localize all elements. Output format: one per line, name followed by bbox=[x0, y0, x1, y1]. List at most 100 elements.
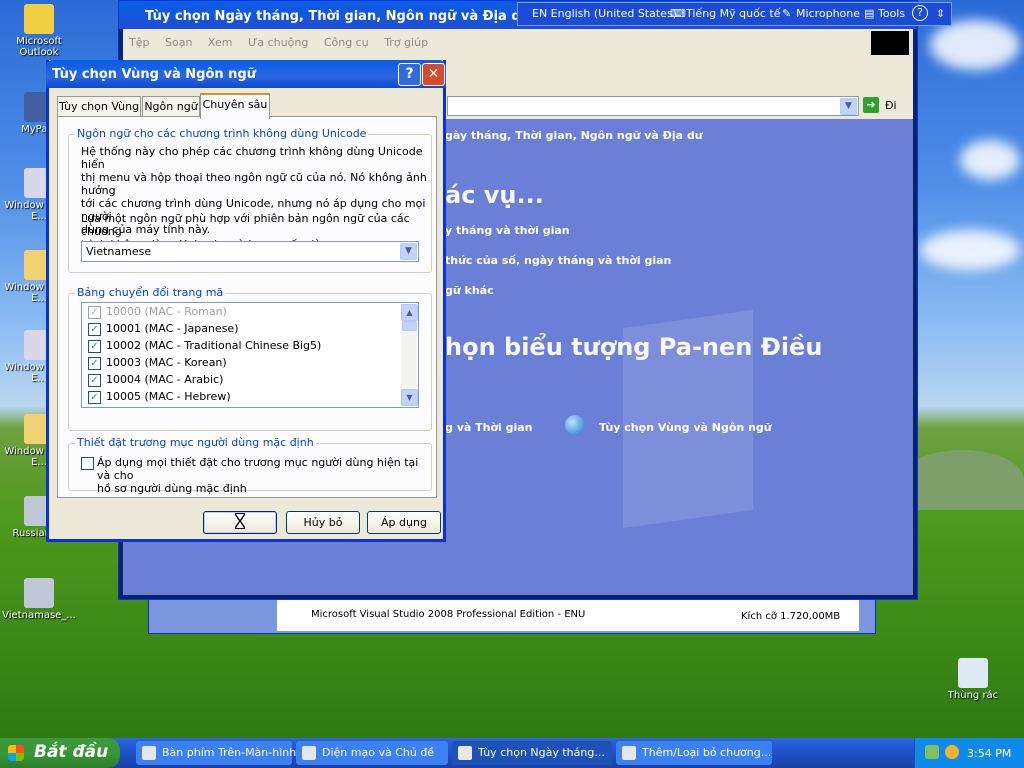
apply-button[interactable]: Áp dụng bbox=[367, 511, 441, 534]
outlook-icon bbox=[24, 4, 54, 34]
menu-view[interactable]: Xem bbox=[208, 36, 233, 49]
add-remove-window[interactable]: Microsoft Visual Studio 2008 Professiona… bbox=[148, 598, 876, 634]
installer-icon bbox=[24, 578, 54, 608]
label-line: hồ sơ người dùng mặc định bbox=[97, 482, 247, 495]
scroll-up-icon[interactable]: ▲ bbox=[401, 304, 418, 321]
menu-favorites[interactable]: Ưa chuộng bbox=[248, 36, 308, 49]
selected-language: Vietnamese bbox=[86, 245, 152, 258]
desktop-icon-recycle-bin[interactable]: Thùng rác bbox=[936, 658, 1010, 701]
desktop-icon-outlook[interactable]: Microsoft Outlook bbox=[2, 4, 76, 58]
codepage-group-title: Bảng chuyển đổi trang mã bbox=[75, 286, 226, 299]
advanced-tab-panel: Ngôn ngữ cho các chương trình không dùng… bbox=[57, 116, 437, 498]
menu-help[interactable]: Trợ giúp bbox=[384, 36, 428, 49]
task-link-1[interactable]: y tháng và thời gian bbox=[445, 224, 570, 237]
checkbox[interactable]: ✓ bbox=[88, 391, 101, 404]
task-appearance-themes[interactable]: Diện mạo và Chủ đề bbox=[296, 741, 448, 765]
go-arrow-icon[interactable]: ➜ bbox=[863, 97, 879, 113]
unicode-group: Ngôn ngữ cho các chương trình không dùng… bbox=[68, 127, 432, 273]
globe-icon bbox=[565, 415, 585, 435]
category-header: gày tháng, Thời gian, Ngôn ngữ và Địa dư bbox=[445, 129, 703, 142]
tab-advanced[interactable]: Chuyên sâu bbox=[200, 93, 270, 119]
description-line: Hệ thống này cho phép các chương trình k… bbox=[81, 145, 423, 171]
taskbar: Bắt đầu Bàn phím Trên-Màn-hình Diện mạo … bbox=[0, 738, 1024, 768]
cloud bbox=[930, 20, 1020, 70]
prompt-line: Lựa một ngôn ngữ phù hợp với phiên bản n… bbox=[81, 212, 410, 238]
tools-button[interactable]: Tools bbox=[878, 7, 905, 20]
apply-all-users-label[interactable]: Áp dụng mọi thiết đặt cho trương mục ngư… bbox=[97, 456, 431, 495]
scroll-down-icon[interactable]: ▼ bbox=[401, 389, 418, 406]
checkbox[interactable]: ✓ bbox=[88, 374, 101, 387]
chevron-down-icon[interactable]: ▼ bbox=[400, 243, 417, 260]
address-input[interactable]: ▼ bbox=[447, 96, 859, 116]
checkbox[interactable]: ✓ bbox=[88, 340, 101, 353]
list-scrollbar[interactable]: ▲ ▼ bbox=[401, 304, 418, 406]
options-icon[interactable]: ⇕ bbox=[936, 7, 945, 20]
checkbox[interactable]: ✓ bbox=[88, 323, 101, 336]
window-icon bbox=[458, 746, 472, 760]
program-size: Kích cỡ 1.720,00MB bbox=[741, 611, 841, 622]
chevron-down-icon[interactable]: ▼ bbox=[840, 98, 857, 115]
non-unicode-language-select[interactable]: Vietnamese ▼ bbox=[81, 241, 419, 262]
input-language[interactable]: EN English (United States) bbox=[532, 7, 677, 20]
search-icon[interactable] bbox=[945, 745, 959, 759]
menu-bar: Tệp Soạn Xem Ưa chuộng Công cụ Trợ giúp bbox=[123, 29, 913, 57]
description-line: thị menu và hộp thoại theo ngôn ngữ cũ c… bbox=[81, 171, 427, 197]
task-link-3[interactable]: gữ khác bbox=[445, 284, 494, 297]
program-list: Microsoft Visual Studio 2008 Professiona… bbox=[277, 599, 859, 631]
desktop-icon-vietnamase[interactable]: Vietnamase_... bbox=[2, 578, 76, 621]
scroll-thumb[interactable] bbox=[402, 321, 417, 331]
task-link-2[interactable]: thức của số, ngày tháng và thời gian bbox=[445, 254, 671, 267]
task-heading: ác vụ... bbox=[445, 181, 544, 209]
task-add-remove-programs[interactable]: Thêm/Loại bỏ chương... bbox=[616, 741, 772, 765]
checkbox[interactable]: ✓ bbox=[88, 357, 101, 370]
tab-languages[interactable]: Ngôn ngữ bbox=[142, 96, 200, 117]
clock[interactable]: 3:54 PM bbox=[967, 747, 1011, 760]
microphone-button[interactable]: Microphone bbox=[796, 7, 860, 20]
codepage-group: Bảng chuyển đổi trang mã ✓ 10000 (MAC - … bbox=[68, 286, 432, 431]
window-icon bbox=[302, 746, 316, 760]
default-user-group: Thiết đặt trương mục người dùng mặc định… bbox=[68, 436, 432, 495]
dialog-titlebar[interactable]: Tùy chọn Vùng và Ngôn ngữ ? ✕ bbox=[46, 60, 446, 88]
cloud bbox=[960, 140, 1020, 180]
cp-icon-regional-options[interactable]: Tùy chọn Vùng và Ngôn ngữ bbox=[599, 421, 772, 434]
close-button[interactable]: ✕ bbox=[422, 63, 445, 86]
network-icon[interactable] bbox=[925, 745, 939, 759]
control-panel-title: Tùy chọn Ngày tháng, Thời gian, Ngôn ngữ… bbox=[145, 9, 530, 24]
regional-options-dialog[interactable]: Tùy chọn Vùng và Ngôn ngữ ? ✕ Tùy chọn V… bbox=[46, 60, 446, 542]
keyboard-icon bbox=[142, 746, 156, 760]
default-user-group-title: Thiết đặt trương mục người dùng mặc định bbox=[75, 436, 316, 449]
cp-icon-date-time[interactable]: g và Thời gian bbox=[445, 421, 533, 434]
start-label: Bắt đầu bbox=[34, 742, 109, 762]
keyboard-icon: ⌨ bbox=[670, 7, 686, 20]
program-row[interactable]: Microsoft Visual Studio 2008 Professiona… bbox=[311, 609, 585, 620]
label-line: Áp dụng mọi thiết đặt cho trương mục ngư… bbox=[97, 456, 419, 482]
windows-logo-icon bbox=[871, 31, 909, 55]
codepage-list[interactable]: ✓ 10000 (MAC - Roman) ✓ 10001 (MAC - Jap… bbox=[81, 302, 419, 408]
task-onscreen-keyboard[interactable]: Bàn phím Trên-Màn-hình bbox=[136, 741, 296, 765]
menu-file[interactable]: Tệp bbox=[129, 36, 149, 49]
hill bbox=[900, 450, 1024, 510]
unicode-group-title: Ngôn ngữ cho các chương trình không dùng… bbox=[75, 127, 369, 140]
window-icon bbox=[622, 746, 636, 760]
go-button[interactable]: Đi bbox=[885, 99, 897, 112]
watermark-graphic bbox=[623, 309, 753, 529]
keyboard-layout[interactable]: Tiếng Mỹ quốc tế bbox=[686, 7, 780, 20]
checkbox[interactable]: ✓ bbox=[88, 306, 101, 319]
microphone-icon: ✎ bbox=[782, 7, 792, 20]
task-date-time-options[interactable]: Tùy chọn Ngày tháng... bbox=[452, 741, 612, 765]
start-button[interactable]: Bắt đầu bbox=[0, 738, 120, 768]
tab-regional-options[interactable]: Tùy chọn Vùng bbox=[57, 96, 141, 117]
menu-tools[interactable]: Công cụ bbox=[324, 36, 369, 49]
cloud bbox=[920, 230, 1020, 270]
recycle-bin-icon bbox=[958, 658, 988, 688]
windows-flag-icon bbox=[8, 745, 24, 761]
apply-all-users-checkbox[interactable] bbox=[81, 457, 94, 470]
tools-icon: ▤ bbox=[864, 7, 875, 20]
language-bar[interactable]: EN English (United States) ⌨ Tiếng Mỹ qu… bbox=[517, 2, 952, 26]
system-tray: 3:54 PM bbox=[914, 738, 1024, 768]
cancel-button[interactable]: Hủy bỏ bbox=[286, 511, 360, 534]
menu-edit[interactable]: Soạn bbox=[165, 36, 192, 49]
help-icon[interactable]: ? bbox=[912, 5, 928, 21]
help-button[interactable]: ? bbox=[398, 63, 421, 86]
dialog-title: Tùy chọn Vùng và Ngôn ngữ bbox=[52, 67, 256, 82]
